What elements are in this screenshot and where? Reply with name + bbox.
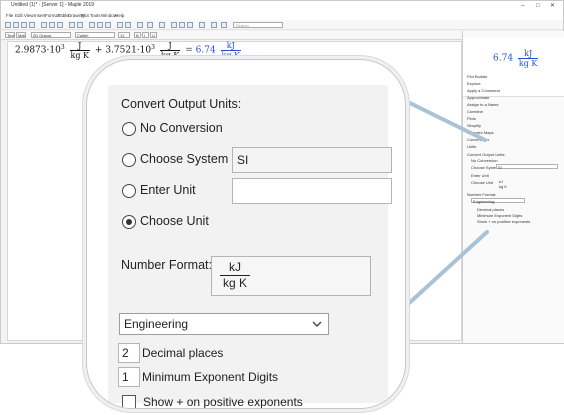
enter-unit-input[interactable] <box>232 178 392 204</box>
text-mode-button[interactable]: Text <box>5 32 15 38</box>
users-icon[interactable] <box>221 22 227 28</box>
cut-icon[interactable] <box>41 22 47 28</box>
show-plus-checkbox[interactable] <box>122 395 136 408</box>
context-item[interactable]: Assign to a Name <box>467 102 499 107</box>
mini-option[interactable]: Choose Unit <box>471 180 493 185</box>
size-select[interactable]: 12 <box>118 32 130 38</box>
mini-system-value: SI <box>498 165 502 170</box>
menu-bar: File Edit View Insert Format Table Drawi… <box>1 12 563 20</box>
context-item[interactable]: Explore <box>467 81 481 86</box>
context-item[interactable]: Simplify <box>467 123 481 128</box>
min-exponent-digits-label: Minimum Exponent Digits <box>142 370 279 384</box>
context-panel: 6.74 kJ kg K Plot Builder Explore Apply a… <box>462 31 564 343</box>
help-icon[interactable] <box>199 22 205 28</box>
title-bar: Untitled (1)* - [Server 1] - Maple 2019 … <box>1 1 563 12</box>
new-icon[interactable] <box>5 22 11 28</box>
show-plus-label[interactable]: Show + on positive exponents <box>143 395 303 408</box>
context-item[interactable]: Plot Builder <box>467 74 487 79</box>
math-icon[interactable] <box>97 22 103 28</box>
mini-show-label: Show + on positive exponents <box>477 219 531 224</box>
maximize-button[interactable]: □ <box>536 2 540 10</box>
menu-help[interactable]: Help <box>115 13 124 18</box>
number-format-select[interactable]: Engineering <box>119 313 329 335</box>
bold-button[interactable]: B <box>134 32 141 38</box>
mini-option[interactable]: Enter Unit <box>471 173 489 178</box>
mini-format-heading: Number Format: <box>467 192 497 197</box>
math-mode-button[interactable]: Math <box>16 32 26 38</box>
debug-icon[interactable] <box>159 22 165 28</box>
execute-all-icon[interactable] <box>125 22 131 28</box>
choose-unit-radio[interactable] <box>122 215 136 229</box>
redo-icon[interactable] <box>77 22 83 28</box>
menu-insert[interactable]: Insert <box>34 13 45 18</box>
no-conversion-label[interactable]: No Conversion <box>140 121 223 135</box>
close-button[interactable]: ✕ <box>550 2 555 10</box>
restart-icon[interactable] <box>147 22 153 28</box>
menu-edit[interactable]: Edit <box>15 13 23 18</box>
no-conversion-radio[interactable] <box>122 122 136 136</box>
underline-button[interactable]: U <box>150 32 157 38</box>
choose-system-radio[interactable] <box>122 153 136 167</box>
zoom-callout: Convert Output Units: No Conversion Choo… <box>86 59 406 409</box>
system-select[interactable]: SI <box>232 147 392 173</box>
menu-tools[interactable]: Tools <box>90 13 101 18</box>
style-select[interactable]: 2D Output <box>31 32 71 38</box>
system-value: SI <box>237 153 249 167</box>
paste-icon[interactable] <box>57 22 63 28</box>
mini-option[interactable]: No Conversion <box>471 158 497 163</box>
convert-output-units-heading: Convert Output Units: <box>121 97 242 111</box>
context-item[interactable]: Units <box>467 144 476 149</box>
context-item[interactable]: Complex Maps <box>467 130 494 135</box>
execute-icon[interactable] <box>117 22 123 28</box>
mini-decimal-label: Decimal places <box>477 207 505 212</box>
mini-minexp-label: Minimum Exponent Digits <box>477 213 523 218</box>
context-item[interactable]: Combine <box>467 109 483 114</box>
search-input[interactable]: Search <box>233 22 283 28</box>
min-exponent-digits-input[interactable]: 1 <box>118 367 140 387</box>
cloud-icon[interactable] <box>211 22 217 28</box>
menu-view[interactable]: View <box>24 13 34 18</box>
prompt-icon[interactable] <box>105 22 111 28</box>
decimal-places-input[interactable]: 2 <box>118 343 140 363</box>
open-icon[interactable] <box>13 22 19 28</box>
save-icon[interactable] <box>21 22 27 28</box>
font-select[interactable]: Calibri <box>75 32 115 38</box>
number-format-value: Engineering <box>124 317 189 331</box>
print-icon[interactable] <box>29 22 35 28</box>
mini-format-value: Engineering <box>473 199 495 204</box>
copy-icon[interactable] <box>49 22 55 28</box>
enter-unit-label[interactable]: Enter Unit <box>140 183 196 197</box>
mini-option[interactable]: Choose System <box>471 165 499 170</box>
choose-unit-label[interactable]: Choose Unit <box>140 214 209 228</box>
mini-system-field[interactable] <box>496 164 558 169</box>
menu-plot[interactable]: Plot <box>81 13 89 18</box>
mini-convert-heading: Convert Output Units: <box>467 152 506 157</box>
context-item[interactable]: Approximate <box>467 95 489 100</box>
context-item[interactable]: Apply a Command <box>467 88 500 93</box>
context-item[interactable]: Plots <box>467 116 476 121</box>
stop-icon[interactable] <box>137 22 143 28</box>
window-title: Untitled (1)* - [Server 1] - Maple 2019 <box>11 2 95 8</box>
italic-button[interactable]: I <box>142 32 149 38</box>
choose-system-label[interactable]: Choose System <box>140 152 228 166</box>
undo-icon[interactable] <box>69 22 75 28</box>
unit-picker[interactable]: kJ kg K <box>211 256 371 296</box>
zoom-in-icon[interactable] <box>171 22 177 28</box>
zoom-out-icon[interactable] <box>179 22 185 28</box>
mini-unit-den: kg K <box>499 184 508 189</box>
decimal-places-label: Decimal places <box>142 346 224 360</box>
menu-file[interactable]: File <box>6 13 13 18</box>
unit-fraction: kJ kg K <box>220 260 251 291</box>
number-format-heading: Number Format: <box>121 258 212 272</box>
text-icon[interactable] <box>89 22 95 28</box>
chevron-down-icon <box>312 321 322 327</box>
zoom-reset-icon[interactable] <box>187 22 193 28</box>
context-preview-math: 6.74 kJ kg K <box>493 49 539 68</box>
context-item[interactable]: Conversions <box>467 137 489 142</box>
minimize-button[interactable]: – <box>521 2 524 10</box>
enter-unit-radio[interactable] <box>122 184 136 198</box>
